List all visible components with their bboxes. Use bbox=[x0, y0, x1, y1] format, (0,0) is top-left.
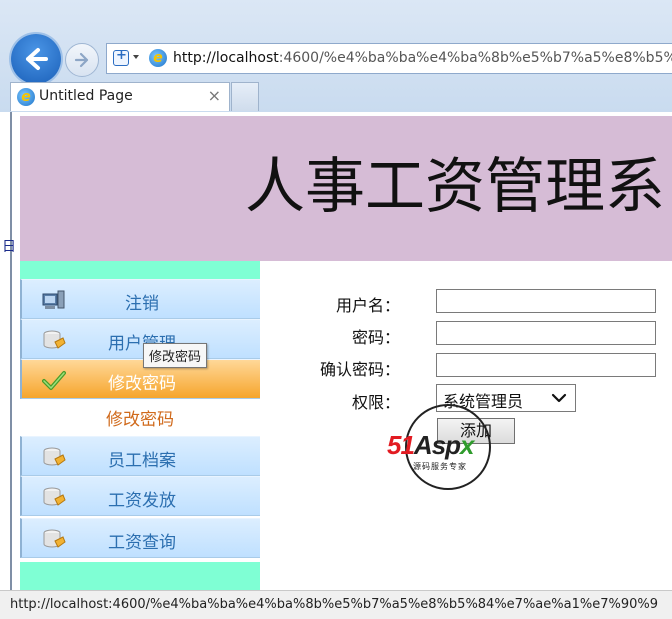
sidebar-bottom-bar bbox=[20, 562, 260, 590]
address-url[interactable]: http://localhost:4600/%e4%ba%ba%e4%ba%8b… bbox=[173, 50, 672, 66]
sidebar-item-change-password[interactable]: 修改密码 bbox=[20, 359, 260, 399]
ie-logo-icon: e bbox=[17, 88, 35, 106]
confirm-password-row: 确认密码： bbox=[290, 353, 670, 379]
password-row: 密码： bbox=[290, 321, 670, 347]
tab-title: Untitled Page bbox=[39, 88, 133, 104]
browser-chrome: e http://localhost:4600/%e4%ba%ba%e4%ba%… bbox=[0, 0, 672, 112]
confirm-password-label: 确认密码： bbox=[319, 360, 400, 379]
watermark-brand: 51Aspx bbox=[387, 430, 475, 461]
header-banner: 人事工资管理系 bbox=[20, 116, 672, 261]
sidebar-subitem-change-password[interactable]: 修改密码 bbox=[20, 404, 260, 436]
password-label: 密码： bbox=[351, 328, 400, 347]
sidebar-item-salary-payment[interactable]: 工资发放 bbox=[20, 476, 260, 516]
brand-red: 51 bbox=[387, 430, 415, 460]
page-title: 人事工资管理系 bbox=[245, 152, 665, 222]
status-bar: http://localhost:4600/%e4%ba%ba%e4%ba%8b… bbox=[0, 590, 672, 619]
watermark-logo: 51Aspx 源码服务专家 bbox=[387, 404, 517, 496]
password-input[interactable] bbox=[436, 321, 656, 345]
back-button[interactable] bbox=[11, 34, 61, 84]
new-tab-button[interactable] bbox=[231, 82, 259, 111]
confirm-password-input[interactable] bbox=[436, 353, 656, 377]
arrow-right-icon bbox=[74, 52, 89, 68]
sidebar-item-label: 工资查询 bbox=[108, 533, 176, 553]
sidebar-item-employee-records[interactable]: 员工档案 bbox=[20, 436, 260, 476]
compat-view-button[interactable] bbox=[111, 48, 143, 70]
sidebar-item-label: 用户管理 bbox=[108, 334, 176, 354]
chevron-down-icon bbox=[133, 55, 139, 59]
url-path: :4600/%e4%ba%ba%e4%ba%8b%e5%b7%a5%e8%b5%… bbox=[278, 50, 672, 66]
sidebar-item-logout[interactable]: 注销 bbox=[20, 279, 260, 319]
chevron-down-icon bbox=[551, 393, 567, 403]
username-row: 用户名： bbox=[290, 289, 670, 315]
sidebar-menu: 注销 用户管理 修改密码 修改密码 员工档案 工资发放 工资查询 bbox=[20, 261, 260, 590]
url-host: http://localhost bbox=[173, 50, 279, 66]
sidebar-item-label: 注销 bbox=[125, 294, 159, 314]
sidebar-item-salary-query[interactable]: 工资查询 bbox=[20, 518, 260, 558]
watermark-tagline: 源码服务专家 bbox=[413, 462, 467, 471]
arrow-left-icon bbox=[26, 48, 48, 70]
sidebar-item-label: 工资发放 bbox=[108, 491, 176, 511]
tab-close-icon[interactable]: × bbox=[208, 86, 221, 105]
sidebar-top-bar bbox=[20, 261, 260, 279]
sidebar-item-label: 员工档案 bbox=[108, 451, 176, 471]
tooltip: 修改密码 bbox=[143, 343, 208, 368]
ie-logo-icon: e bbox=[149, 49, 167, 67]
status-url: http://localhost:4600/%e4%ba%ba%e4%ba%8b… bbox=[10, 597, 659, 612]
brand-green: x bbox=[460, 430, 475, 460]
brand-dark: Asp bbox=[413, 430, 461, 460]
frame-border bbox=[10, 112, 12, 590]
plus-icon bbox=[113, 48, 129, 66]
page-content: 人事工资管理系 日 注销 用户管理 修改密码 修改密码 员工档案 工资发放 工资… bbox=[0, 112, 672, 590]
address-bar[interactable]: e http://localhost:4600/%e4%ba%ba%e4%ba%… bbox=[106, 43, 672, 74]
browser-tab[interactable]: e Untitled Page × bbox=[10, 82, 230, 111]
sidebar-item-label: 修改密码 bbox=[108, 374, 176, 394]
username-label: 用户名： bbox=[335, 296, 400, 315]
username-input[interactable] bbox=[436, 289, 656, 313]
sidebar-item-user-management[interactable]: 用户管理 bbox=[20, 319, 260, 359]
date-fragment: 日 bbox=[2, 239, 16, 255]
forward-button[interactable] bbox=[65, 43, 99, 77]
